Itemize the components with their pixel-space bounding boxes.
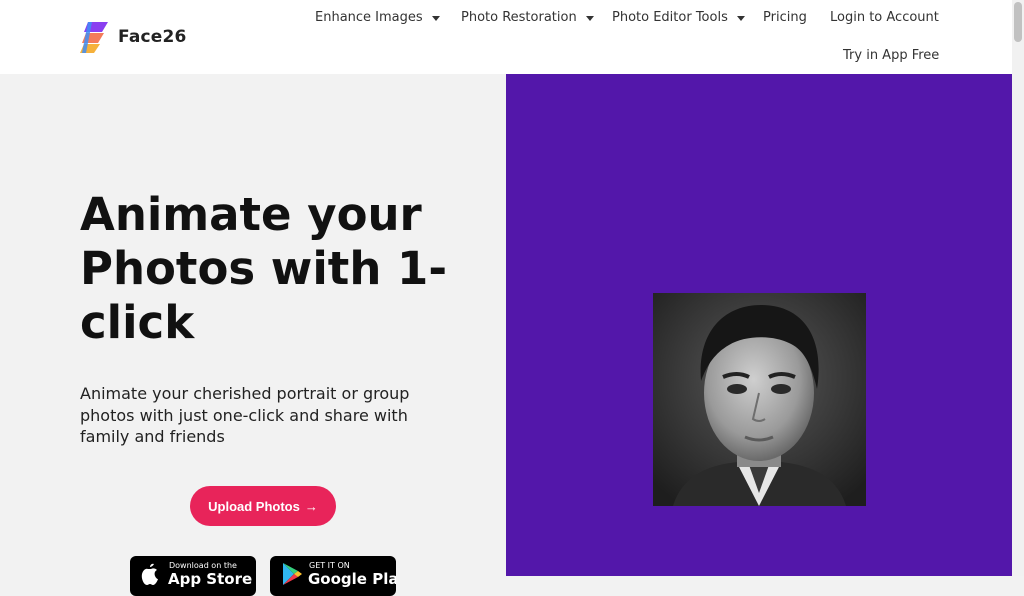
- app-store-small-text: Download on the: [169, 561, 237, 570]
- face26-logo-icon: [80, 22, 108, 53]
- nav-photo-editor-tools-label: Photo Editor Tools: [612, 10, 728, 25]
- google-play-badge[interactable]: GET IT ON Google Play: [270, 556, 396, 596]
- scrollbar-thumb[interactable]: [1014, 2, 1022, 42]
- portrait-photo: [653, 293, 866, 506]
- nav-photo-restoration[interactable]: Photo Restoration: [461, 10, 594, 25]
- caret-down-icon: [585, 15, 594, 21]
- nav-photo-editor-tools[interactable]: Photo Editor Tools: [612, 10, 745, 25]
- nav-login[interactable]: Login to Account: [830, 10, 939, 25]
- nav-pricing-label: Pricing: [763, 10, 807, 25]
- google-play-icon: [283, 563, 302, 585]
- caret-down-icon: [431, 15, 440, 21]
- portrait-image: [653, 293, 866, 506]
- site-header: Face26 Enhance Images Photo Restoration …: [0, 0, 1012, 74]
- apple-icon: [141, 563, 158, 585]
- upload-photos-button[interactable]: Upload Photos →: [190, 486, 336, 526]
- google-play-big-text: Google Play: [308, 570, 396, 588]
- arrow-right-icon: →: [304, 498, 318, 514]
- upload-photos-label: Upload Photos: [208, 498, 300, 514]
- brand-name: Face26: [118, 27, 187, 47]
- caret-down-icon: [736, 15, 745, 21]
- hero-title: Animate your Photos with 1-click: [80, 188, 448, 349]
- nav-pricing[interactable]: Pricing: [763, 10, 807, 25]
- nav-enhance-images[interactable]: Enhance Images: [315, 10, 440, 25]
- hero-subtitle: Animate your cherished portrait or group…: [80, 384, 410, 446]
- app-store-big-text: App Store: [168, 570, 253, 588]
- nav-login-label: Login to Account: [830, 10, 939, 25]
- brand-logo[interactable]: Face26: [80, 20, 187, 54]
- try-app-free-link[interactable]: Try in App Free: [843, 48, 939, 63]
- page-scrollbar[interactable]: [1012, 0, 1024, 576]
- google-play-small-text: GET IT ON: [309, 561, 350, 570]
- nav-enhance-images-label: Enhance Images: [315, 10, 423, 25]
- app-store-badge[interactable]: Download on the App Store: [130, 556, 256, 596]
- nav-photo-restoration-label: Photo Restoration: [461, 10, 577, 25]
